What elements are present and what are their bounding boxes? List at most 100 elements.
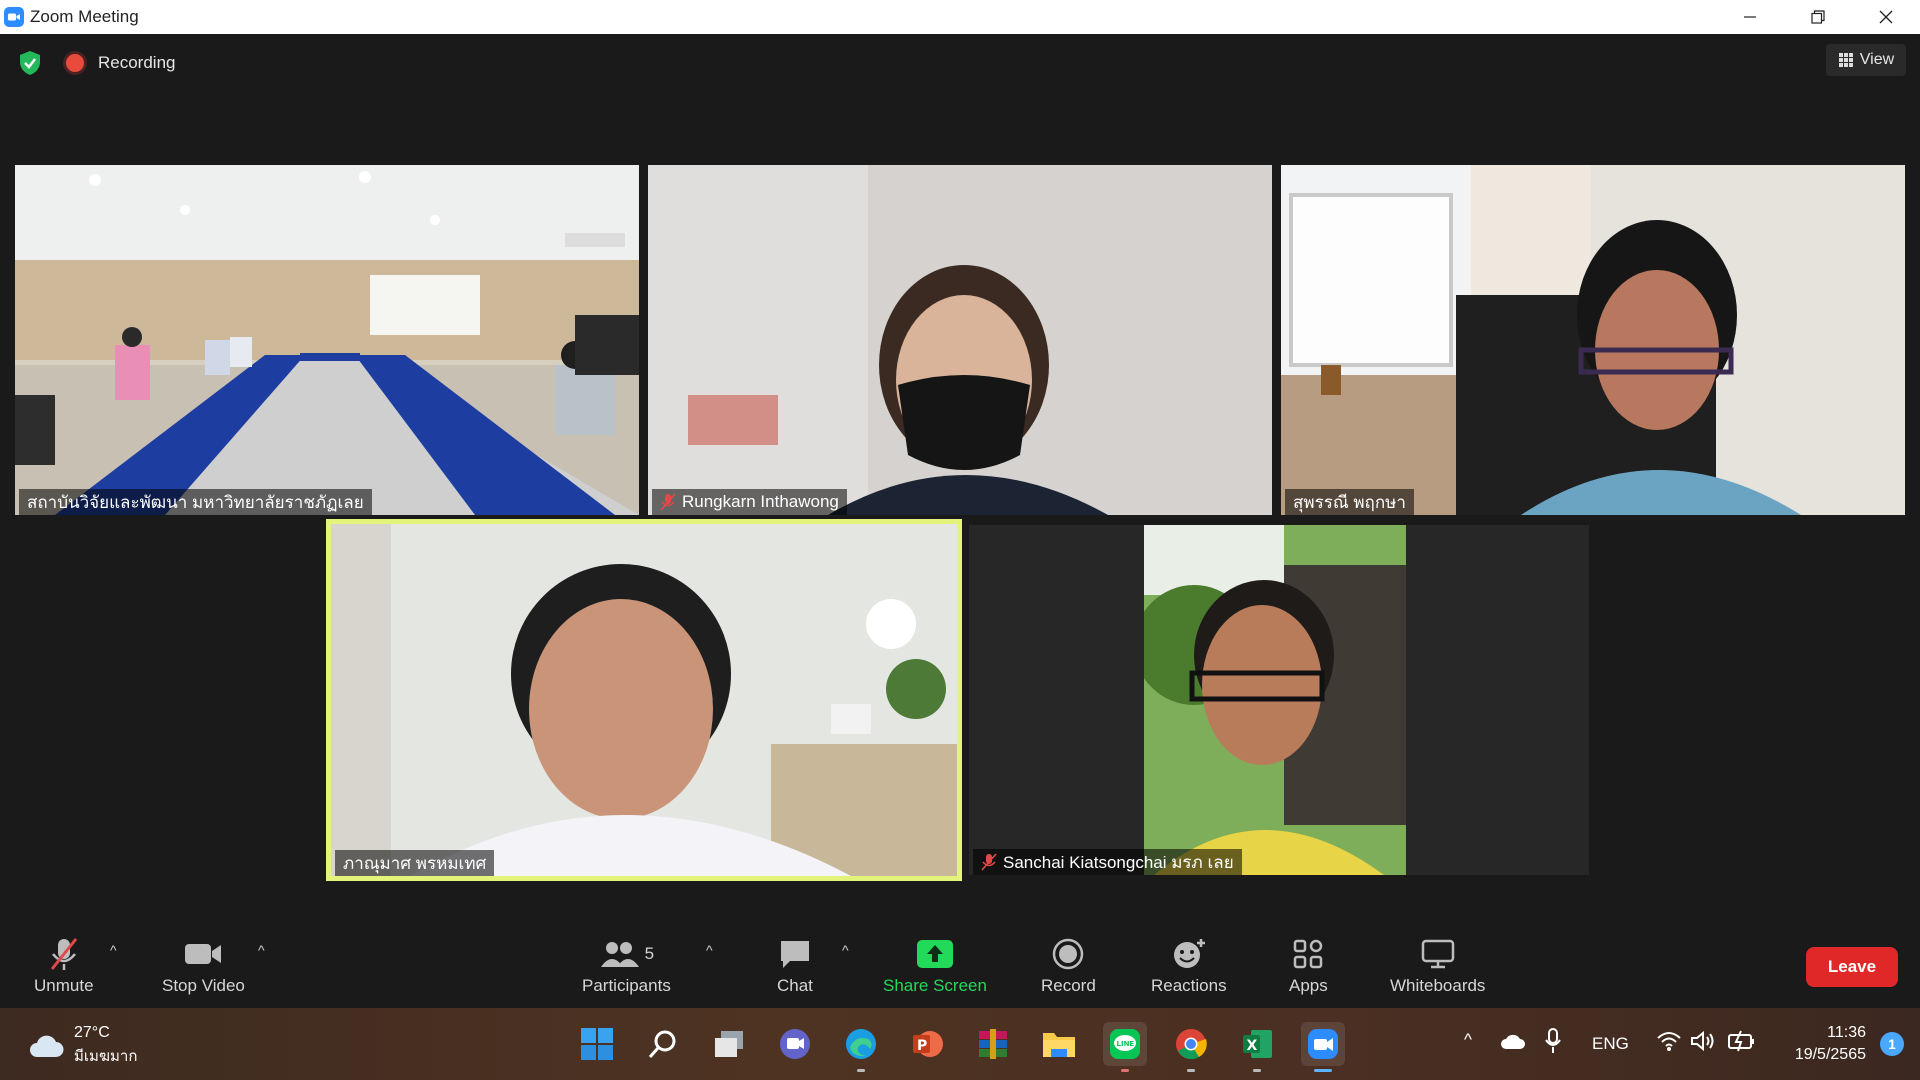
unmute-button[interactable]: Unmute <box>34 934 94 996</box>
zoom-taskbar-button[interactable] <box>1301 1022 1345 1072</box>
reactions-label: Reactions <box>1151 976 1227 995</box>
recording-label: Recording <box>98 53 176 72</box>
participant-name: สุพรรณี พฤกษา <box>1293 492 1406 512</box>
view-label: View <box>1859 51 1895 68</box>
stop-video-button[interactable]: Stop Video <box>162 934 245 996</box>
apps-icon <box>1294 939 1323 969</box>
battery-charging-icon[interactable] <box>1726 1030 1756 1052</box>
excel-button[interactable]: X <box>1235 1022 1279 1072</box>
winrar-icon <box>979 1029 1007 1059</box>
encryption-shield-icon[interactable] <box>18 50 42 76</box>
video-tile-5[interactable]: Sanchai Kiatsongchai มรภ เลย <box>969 525 1589 875</box>
mic-muted-icon <box>660 493 676 511</box>
window-titlebar: Zoom Meeting <box>0 0 1920 34</box>
meeting-header: Recording View <box>0 34 1920 94</box>
mic-muted-icon <box>981 853 997 871</box>
participant-name-label: Sanchai Kiatsongchai มรภ เลย <box>973 849 1242 875</box>
microphone-tray-icon[interactable] <box>1545 1028 1561 1054</box>
record-label: Record <box>1041 976 1096 995</box>
participants-label: Participants <box>582 976 671 995</box>
close-icon <box>1879 10 1893 24</box>
svg-text:X: X <box>1247 1038 1258 1054</box>
clock-time: 11:36 <box>1827 1024 1866 1041</box>
chat-options-chevron-icon[interactable]: ^ <box>842 942 849 958</box>
restore-button[interactable] <box>1784 0 1852 34</box>
file-explorer-button[interactable] <box>1037 1022 1081 1066</box>
share-screen-icon <box>916 940 953 968</box>
weather-temperature: 27°C <box>74 1024 110 1041</box>
whiteboards-button[interactable]: Whiteboards <box>1390 934 1485 996</box>
apps-label: Apps <box>1289 976 1328 995</box>
participant-name-label: ภาณุมาศ พรหมเทศ <box>335 850 495 876</box>
chat-label: Chat <box>777 976 813 995</box>
chat-button[interactable]: Chat <box>777 934 813 996</box>
minimize-icon <box>1744 16 1756 18</box>
reactions-emoji-icon <box>1173 939 1205 968</box>
line-icon: LINE <box>1110 1029 1140 1059</box>
video-tile-2[interactable]: Rungkarn Inthawong <box>648 165 1272 515</box>
wifi-icon[interactable] <box>1656 1030 1682 1052</box>
participant-video <box>1281 165 1905 515</box>
video-options-chevron-icon[interactable]: ^ <box>258 942 265 958</box>
zoom-app-icon <box>4 7 24 27</box>
video-camera-icon <box>185 944 222 964</box>
powerpoint-icon: P <box>913 1031 943 1057</box>
windows-start-icon <box>581 1028 613 1060</box>
participants-count: 5 <box>644 944 655 963</box>
whiteboard-icon <box>1421 939 1454 969</box>
minimize-button[interactable] <box>1716 0 1784 34</box>
taskbar-clock[interactable]: 11:36 19/5/2565 <box>1795 1022 1866 1066</box>
onedrive-cloud-icon[interactable] <box>1500 1032 1526 1050</box>
share-screen-label: Share Screen <box>883 976 987 995</box>
start-button[interactable] <box>575 1022 619 1066</box>
task-view-button[interactable] <box>707 1022 751 1066</box>
participant-name-label: สุพรรณี พฤกษา <box>1285 489 1414 515</box>
clock-date: 19/5/2565 <box>1794 1046 1866 1063</box>
grid-view-icon <box>1838 53 1853 67</box>
notification-badge[interactable]: 1 <box>1880 1032 1904 1056</box>
svg-text:P: P <box>917 1038 927 1054</box>
show-hidden-icons-chevron-icon[interactable]: ^ <box>1464 1030 1472 1050</box>
meeting-toolbar: Unmute ^ Stop Video ^ 5 Participants ^ C… <box>0 920 1920 1008</box>
folder-icon <box>1043 1033 1075 1057</box>
video-tile-3[interactable]: สุพรรณี พฤกษา <box>1281 165 1905 515</box>
unmute-label: Unmute <box>34 976 94 995</box>
edge-button[interactable] <box>839 1022 883 1072</box>
participants-options-chevron-icon[interactable]: ^ <box>706 942 713 958</box>
apps-button[interactable]: Apps <box>1289 934 1328 996</box>
view-button[interactable]: View <box>1826 44 1906 76</box>
audio-options-chevron-icon[interactable]: ^ <box>110 942 117 958</box>
mic-muted-icon <box>50 938 77 970</box>
weather-description: มีเมฆมาก <box>74 1048 138 1065</box>
windows-taskbar: 27°C มีเมฆมาก P LINE X ^ ENG 11:36 19/5/… <box>0 1008 1920 1080</box>
task-view-icon <box>715 1031 743 1057</box>
participant-video <box>1144 525 1406 875</box>
chrome-button[interactable] <box>1169 1022 1213 1072</box>
leave-button[interactable]: Leave <box>1806 947 1898 987</box>
video-tile-4-active-speaker[interactable]: ภาณุมาศ พรหมเทศ <box>326 519 962 881</box>
meeting-room-video <box>15 165 639 515</box>
participant-video <box>648 165 1272 515</box>
taskbar-search-button[interactable] <box>641 1022 685 1066</box>
participant-name: Sanchai Kiatsongchai มรภ เลย <box>1003 852 1234 872</box>
chat-icon <box>780 941 809 968</box>
line-button[interactable]: LINE <box>1103 1022 1147 1072</box>
weather-widget[interactable]: 27°C มีเมฆมาก <box>28 1024 137 1068</box>
record-button[interactable]: Record <box>1041 934 1096 996</box>
video-tile-1[interactable]: สถาบันวิจัยและพัฒนา มหาวิทยาลัยราชภัฏเลย <box>15 165 639 515</box>
share-screen-button[interactable]: Share Screen <box>883 934 987 996</box>
winrar-button[interactable] <box>971 1022 1015 1066</box>
window-title: Zoom Meeting <box>30 7 139 26</box>
close-button[interactable] <box>1852 0 1920 34</box>
edge-icon <box>846 1029 876 1059</box>
reactions-button[interactable]: Reactions <box>1151 934 1227 996</box>
input-language-indicator[interactable]: ENG <box>1592 1034 1629 1054</box>
participants-button[interactable]: 5 Participants <box>582 934 671 996</box>
stop-video-label: Stop Video <box>162 976 245 995</box>
teams-chat-button[interactable] <box>773 1022 817 1066</box>
participant-name: ภาณุมาศ พรหมเทศ <box>343 853 487 873</box>
volume-icon[interactable] <box>1690 1030 1716 1052</box>
powerpoint-button[interactable]: P <box>905 1022 949 1066</box>
excel-icon: X <box>1243 1030 1272 1058</box>
recording-indicator-icon[interactable] <box>66 54 84 72</box>
